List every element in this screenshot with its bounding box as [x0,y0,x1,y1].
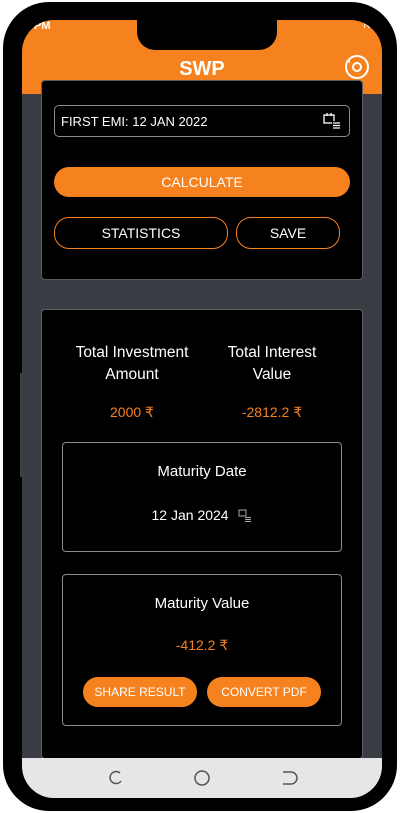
convert-pdf-button[interactable]: CONVERT PDF [207,677,321,707]
maturity-value-box: Maturity Value -412.2 ₹ SHARE RESULT CON… [62,574,342,726]
back-icon[interactable] [278,768,298,788]
maturity-date-box: Maturity Date 12 Jan 2024 [62,442,342,552]
maturity-date-row: 12 Jan 2024 [63,507,341,523]
maturity-value-label: Maturity Value [154,595,250,612]
status-icons: R [363,20,371,30]
result-card: Total Investment Amount Total Interest V… [41,309,363,759]
maturity-value-amount: -412.2 ₹ [175,637,229,653]
first-emi-text: FIRST EMI: 12 JAN 2022 [61,114,208,129]
status-time: PM [34,20,51,32]
history-icon[interactable] [342,52,372,82]
maturity-date-label: Maturity Date [157,463,247,480]
first-emi-date-field[interactable]: FIRST EMI: 12 JAN 2022 [54,105,350,137]
calendar-icon[interactable] [238,509,252,523]
total-investment-value: 2000 ₹ [110,404,154,420]
calendar-icon[interactable] [323,113,341,129]
input-card: FIRST EMI: 12 JAN 2022 CALCULATE STATIST… [41,80,363,280]
share-result-button[interactable]: SHARE RESULT [83,677,197,707]
save-button[interactable]: SAVE [236,217,340,249]
maturity-date-value: 12 Jan 2024 [151,507,229,523]
calculate-button[interactable]: CALCULATE [54,167,350,197]
total-interest-label: Total Interest Value [227,344,317,383]
home-icon[interactable] [192,768,212,788]
total-investment-label: Total Investment Amount [75,344,189,383]
camera-notch [137,20,277,50]
screen: PM R SWP FIRST EMI: 12 JAN 2022 CALCULAT… [22,20,382,798]
statistics-button[interactable]: STATISTICS [54,217,228,249]
total-interest-value: -2812.2 ₹ [241,404,303,420]
page-title: SWP [179,58,225,80]
recent-apps-icon[interactable] [106,768,126,788]
system-nav-bar [22,758,382,798]
